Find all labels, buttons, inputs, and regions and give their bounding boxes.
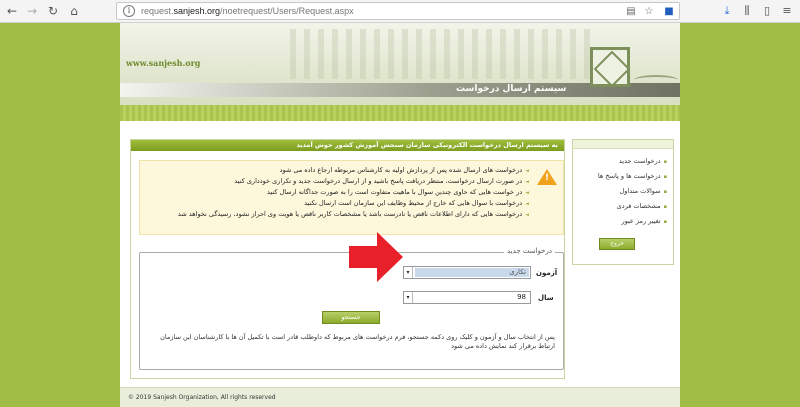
site-url[interactable]: www.sanjesh.org xyxy=(126,58,200,68)
info-icon[interactable]: i xyxy=(123,5,135,17)
sidebar-item-faq[interactable]: سوالات متداول xyxy=(620,187,667,195)
copyright-text: © 2019 Sanjesh Organization, All rights … xyxy=(128,394,276,401)
site-banner: www.sanjesh.org سیستم ارسال درخواست xyxy=(120,23,680,105)
year-select-value: 98 xyxy=(517,293,526,301)
exam-select-value: تکاری xyxy=(509,268,526,276)
sidebar-item-new-request[interactable]: درخواست جدید xyxy=(619,157,667,165)
notice-item: در صورت ارسال درخواست، منتظر دریافت پاسخ… xyxy=(159,176,529,187)
sidebar-toggle-icon[interactable]: ▯ xyxy=(760,4,774,18)
site-footer: © 2019 Sanjesh Organization, All rights … xyxy=(120,387,680,407)
notice-list: درخواست های ارسال شده پس از پردازش اولیه… xyxy=(159,165,529,220)
sidebar-item-change-password[interactable]: تغییر رمز عبور xyxy=(621,217,667,225)
browser-toolbar: ← → ↻ ⌂ i request.sanjesh.org/noetreques… xyxy=(0,0,800,23)
chevron-down-icon[interactable]: ▾ xyxy=(404,292,413,303)
bookmark-star-icon[interactable]: ☆ xyxy=(643,6,655,18)
system-title: سیستم ارسال درخواست xyxy=(456,84,567,94)
sanjesh-logo-icon xyxy=(590,47,630,87)
sidebar-item-profile[interactable]: مشخصات فردی xyxy=(617,202,667,210)
exam-select[interactable]: ▾ تکاری xyxy=(403,266,531,279)
notice-item: درخواست هایی که دارای اطلاعات ناقص یا نا… xyxy=(159,209,529,220)
notice-item: درخواست با سوال هایی که خارج از محیط وظا… xyxy=(159,198,529,209)
forward-icon[interactable]: → xyxy=(24,3,40,19)
menu-icon[interactable]: ≡ xyxy=(780,4,794,18)
home-icon[interactable]: ⌂ xyxy=(66,3,82,19)
exit-button[interactable]: خروج xyxy=(599,238,635,250)
banner-skyline xyxy=(290,29,590,79)
help-text: پس از انتخاب سال و آزمون و کلیک روی دکمه… xyxy=(160,333,555,350)
welcome-header: به سیستم ارسال درخواست الکترونیکی سازمان… xyxy=(131,140,564,151)
url-text: request.sanjesh.org/noetrequest/Users/Re… xyxy=(141,6,354,16)
year-select[interactable]: ▾ 98 xyxy=(403,291,531,304)
back-icon[interactable]: ← xyxy=(4,3,20,19)
fieldset-legend: درخواست جدید xyxy=(504,247,555,255)
download-icon[interactable]: ⤓ xyxy=(720,4,734,18)
sidebar-item-requests-answers[interactable]: درخواست ها و پاسخ ها xyxy=(598,172,667,180)
sidebar-header xyxy=(573,140,673,149)
library-icon[interactable]: ⫼ xyxy=(740,4,754,18)
year-label: سال xyxy=(538,294,554,302)
notice-item: درخواست های ارسال شده پس از پردازش اولیه… xyxy=(159,165,529,176)
sidebar-menu: درخواست جدید درخواست ها و پاسخ ها سوالات… xyxy=(572,139,674,265)
reader-view-icon[interactable]: ▤ xyxy=(625,6,637,18)
reload-icon[interactable]: ↻ xyxy=(45,3,61,19)
main-panel: به سیستم ارسال درخواست الکترونیکی سازمان… xyxy=(130,139,565,379)
extension-icon[interactable]: ■ xyxy=(663,6,675,18)
notice-item: در خواست هایی که حاوی چندین سوال با ماهی… xyxy=(159,187,529,198)
notice-box: درخواست های ارسال شده پس از پردازش اولیه… xyxy=(139,160,564,235)
chevron-down-icon[interactable]: ▾ xyxy=(404,267,413,278)
site-page: www.sanjesh.org سیستم ارسال درخواست درخو… xyxy=(120,23,680,407)
search-button[interactable]: جستجو xyxy=(322,311,380,324)
decorative-band xyxy=(120,105,680,121)
address-bar[interactable]: i request.sanjesh.org/noetrequest/Users/… xyxy=(116,2,680,20)
red-arrow-icon xyxy=(349,232,403,282)
ornament-icon xyxy=(634,75,678,85)
exam-label: آزمون xyxy=(536,269,558,277)
warning-icon xyxy=(537,169,557,185)
